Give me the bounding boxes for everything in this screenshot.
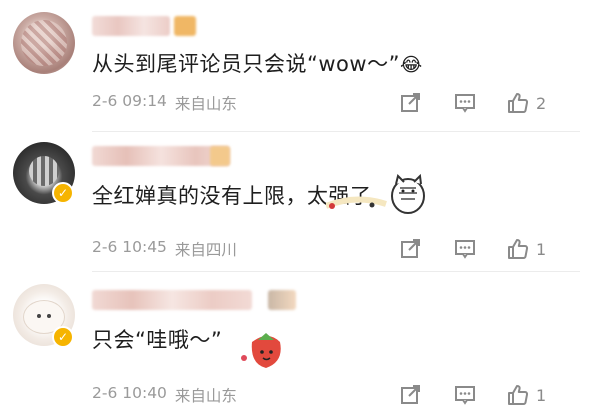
reply-button[interactable] bbox=[454, 380, 476, 410]
reply-button[interactable] bbox=[454, 234, 476, 264]
comment-meta: 2-6 09:14 来自山东 bbox=[92, 92, 237, 114]
username-badge bbox=[210, 146, 230, 166]
username[interactable] bbox=[92, 290, 252, 310]
comment-location: 来自山东 bbox=[174, 95, 237, 113]
thumbs-up-icon bbox=[508, 93, 529, 113]
verified-badge-icon: ✓ bbox=[52, 326, 74, 348]
comment-text: 只会“哇哦～” bbox=[92, 328, 223, 352]
like-count: 1 bbox=[536, 385, 547, 405]
comment-date: 2-6 09:14 bbox=[92, 92, 167, 110]
laughing-emoji: 😂 bbox=[399, 54, 423, 76]
comment-icon bbox=[455, 240, 475, 259]
share-button[interactable] bbox=[400, 88, 422, 118]
like-count: 1 bbox=[536, 239, 547, 259]
comment-date: 2-6 10:45 bbox=[92, 238, 167, 256]
comment-icon bbox=[455, 94, 475, 113]
share-icon bbox=[401, 93, 420, 112]
comment-actions: 1 bbox=[398, 234, 588, 264]
comment-location: 来自山东 bbox=[174, 387, 237, 405]
share-button[interactable] bbox=[400, 234, 422, 264]
comment-item: 从头到尾评论员只会说“wow～”😂 2-6 09:14 来自山东 2 bbox=[0, 0, 600, 132]
avatar[interactable] bbox=[13, 12, 75, 74]
username-badge bbox=[268, 290, 296, 310]
reply-button[interactable] bbox=[454, 88, 476, 118]
comment-meta: 2-6 10:45 来自四川 bbox=[92, 238, 237, 260]
share-icon bbox=[401, 385, 420, 404]
cat-sticker bbox=[324, 172, 426, 220]
like-count: 2 bbox=[536, 93, 547, 113]
comment-meta: 2-6 10:40 来自山东 bbox=[92, 384, 237, 406]
like-button[interactable]: 2 bbox=[506, 88, 546, 118]
comment-icon bbox=[455, 386, 475, 405]
username-badge bbox=[174, 16, 196, 36]
username[interactable] bbox=[92, 16, 170, 36]
thumbs-up-icon bbox=[508, 239, 529, 259]
comment-actions: 2 bbox=[398, 88, 588, 118]
comment-item: ✓ 全红婵真的没有上限，太强了 2-6 10:45 来自四川 1 bbox=[0, 132, 600, 272]
like-button[interactable]: 1 bbox=[506, 234, 546, 264]
share-icon bbox=[401, 239, 420, 258]
comment-item: ✓ 只会“哇哦～” 2-6 10:40 来自山东 1 bbox=[0, 272, 600, 416]
comment-text: 从头到尾评论员只会说“wow～”😂 bbox=[92, 52, 423, 76]
verified-badge-icon: ✓ bbox=[52, 182, 74, 204]
comment-date: 2-6 10:40 bbox=[92, 384, 167, 402]
strawberry-sticker bbox=[238, 328, 284, 370]
share-button[interactable] bbox=[400, 380, 422, 410]
thumbs-up-icon bbox=[508, 385, 529, 405]
like-button[interactable]: 1 bbox=[506, 380, 546, 410]
comment-actions: 1 bbox=[398, 380, 588, 410]
comment-location: 来自四川 bbox=[174, 241, 237, 259]
